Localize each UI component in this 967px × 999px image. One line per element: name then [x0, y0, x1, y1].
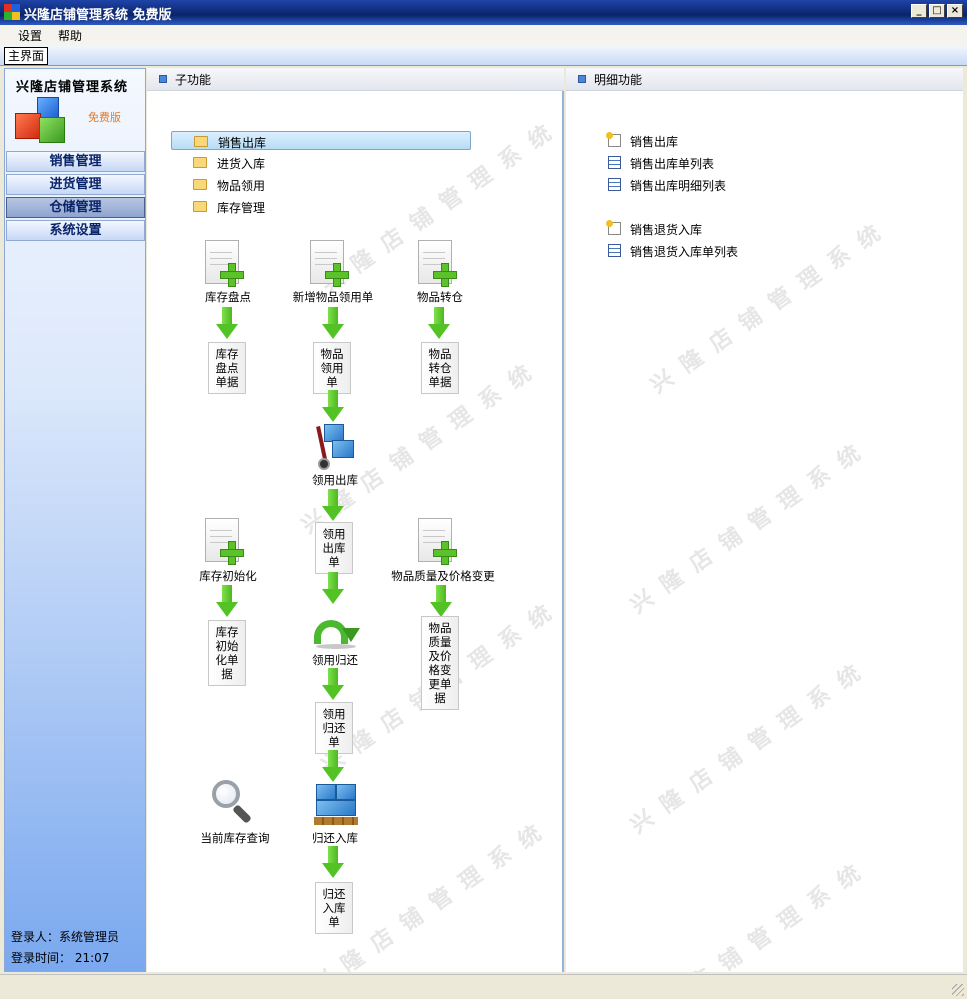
detail-item-sales-return-in[interactable]: 销售退货入库	[606, 219, 858, 238]
new-doc-icon	[606, 132, 621, 147]
table-icon	[608, 156, 621, 169]
nav-system-settings[interactable]: 系统设置	[6, 220, 145, 241]
table-icon	[608, 178, 621, 191]
new-doc-plus-icon[interactable]	[205, 240, 245, 288]
window-title: 兴隆店铺管理系统 免费版	[24, 8, 172, 23]
maximize-button[interactable]: □	[929, 4, 945, 18]
bullet-icon	[159, 75, 167, 83]
folder-inventory[interactable]: 库存管理	[171, 197, 471, 216]
folder-sales-out[interactable]: 销售出库	[171, 131, 471, 150]
detail-label: 销售退货入库	[630, 223, 703, 237]
requisition-out-doc[interactable]: 领用出库单	[315, 522, 353, 574]
resize-grip-icon[interactable]	[952, 984, 964, 996]
watermark: 兴隆店铺管理系统	[625, 432, 877, 619]
folder-label: 库存管理	[217, 201, 266, 215]
watermark: 兴隆店铺管理系统	[625, 652, 877, 839]
brand-name: 兴隆店铺管理系统	[16, 80, 129, 95]
inventory-check-button[interactable]: 库存盘点	[193, 289, 263, 305]
app-icon	[4, 4, 20, 20]
free-edition-tag: 免费版	[88, 111, 121, 124]
folder-icon	[193, 157, 207, 168]
tab-strip: 主界面	[0, 46, 967, 66]
folder-icon	[193, 201, 207, 212]
green-down-arrow-icon	[322, 390, 344, 422]
minimize-button[interactable]: _	[911, 4, 927, 18]
detail-function-title: 明细功能	[594, 73, 643, 87]
new-doc-plus-icon[interactable]	[418, 518, 458, 566]
login-time: 登录时间： 21:07	[11, 951, 110, 965]
transfer-button[interactable]: 物品转仓	[405, 289, 475, 305]
folder-purchase-in[interactable]: 进货入库	[171, 153, 471, 172]
return-in-doc[interactable]: 归还入库单	[315, 882, 353, 934]
magnifier-icon[interactable]	[210, 778, 258, 826]
green-down-arrow-icon	[216, 307, 238, 339]
green-down-arrow-icon	[216, 585, 238, 617]
hand-truck-icon[interactable]	[310, 422, 360, 470]
menu-help[interactable]: 帮助	[58, 27, 82, 44]
detail-item-sales-out-detail-list[interactable]: 销售出库明细列表	[608, 175, 858, 194]
login-user: 登录人：系统管理员	[11, 930, 120, 944]
nav-warehouse[interactable]: 仓储管理	[6, 197, 145, 218]
table-icon	[608, 244, 621, 257]
cubes-logo-icon	[15, 97, 75, 147]
new-doc-plus-icon[interactable]	[310, 240, 350, 288]
detail-item-sales-out-list[interactable]: 销售出库单列表	[608, 153, 858, 172]
detail-function-panel: 兴隆店铺管理系统 兴隆店铺管理系统 兴隆店铺管理系统 兴隆店铺管理系统 销售出库…	[566, 68, 963, 999]
sub-function-title: 子功能	[175, 73, 212, 87]
close-button[interactable]: ×	[947, 4, 963, 18]
inventory-init-doc[interactable]: 库存初始化单据	[208, 620, 246, 686]
folder-label: 进货入库	[217, 157, 266, 171]
green-down-arrow-icon	[428, 307, 450, 339]
title-bar: 兴隆店铺管理系统 免费版 _ □ ×	[0, 0, 967, 25]
new-doc-plus-icon[interactable]	[205, 518, 245, 566]
pallet-boxes-icon[interactable]	[314, 782, 360, 828]
detail-function-header: 明细功能	[566, 68, 963, 91]
quality-price-doc[interactable]: 物品质量及价格变更单据	[421, 616, 459, 710]
folder-icon	[193, 179, 207, 190]
requisition-out-button[interactable]: 领用出库	[300, 472, 370, 488]
menu-bar: 设置 帮助	[0, 25, 967, 46]
status-bar	[0, 974, 967, 999]
bullet-icon	[578, 75, 586, 83]
new-doc-plus-icon[interactable]	[418, 240, 458, 288]
menu-settings[interactable]: 设置	[18, 27, 42, 44]
sidebar: 兴隆店铺管理系统 免费版 销售管理 进货管理 仓储管理 系统设置 登录人：系统管…	[4, 68, 146, 972]
green-down-arrow-icon	[322, 572, 344, 604]
new-doc-icon	[606, 220, 621, 235]
folder-label: 销售出库	[218, 136, 267, 150]
inventory-init-button[interactable]: 库存初始化	[190, 568, 266, 584]
folder-label: 物品领用	[217, 179, 266, 193]
requisition-return-doc[interactable]: 领用归还单	[315, 702, 353, 754]
green-down-arrow-icon	[322, 489, 344, 521]
green-down-arrow-icon	[322, 668, 344, 700]
folder-requisition[interactable]: 物品领用	[171, 175, 471, 194]
folder-open-icon	[194, 136, 208, 147]
detail-item-sales-return-list[interactable]: 销售退货入库单列表	[608, 241, 858, 260]
sub-function-header: 子功能	[147, 68, 564, 91]
curved-return-arrow-icon[interactable]	[312, 610, 360, 650]
tab-main[interactable]: 主界面	[4, 47, 49, 65]
current-inventory-query-button[interactable]: 当前库存查询	[193, 830, 277, 846]
green-down-arrow-icon	[322, 750, 344, 782]
return-in-button[interactable]: 归还入库	[300, 830, 370, 846]
green-down-arrow-icon	[430, 585, 452, 617]
detail-label: 销售出库	[630, 135, 679, 149]
detail-label: 销售退货入库单列表	[630, 245, 739, 259]
transfer-doc[interactable]: 物品转仓单据	[421, 342, 459, 394]
requisition-return-button[interactable]: 领用归还	[300, 652, 370, 668]
quality-price-change-button[interactable]: 物品质量及价格变更	[384, 568, 502, 584]
detail-label: 销售出库单列表	[630, 157, 715, 171]
new-requisition-button[interactable]: 新增物品领用单	[285, 289, 381, 305]
green-down-arrow-icon	[322, 846, 344, 878]
detail-item-sales-out[interactable]: 销售出库	[606, 131, 858, 150]
nav-purchase[interactable]: 进货管理	[6, 174, 145, 195]
requisition-doc[interactable]: 物品领用单	[313, 342, 351, 394]
nav-sales[interactable]: 销售管理	[6, 151, 145, 172]
detail-label: 销售出库明细列表	[630, 179, 727, 193]
green-down-arrow-icon	[322, 307, 344, 339]
inventory-check-doc[interactable]: 库存盘点单据	[208, 342, 246, 394]
